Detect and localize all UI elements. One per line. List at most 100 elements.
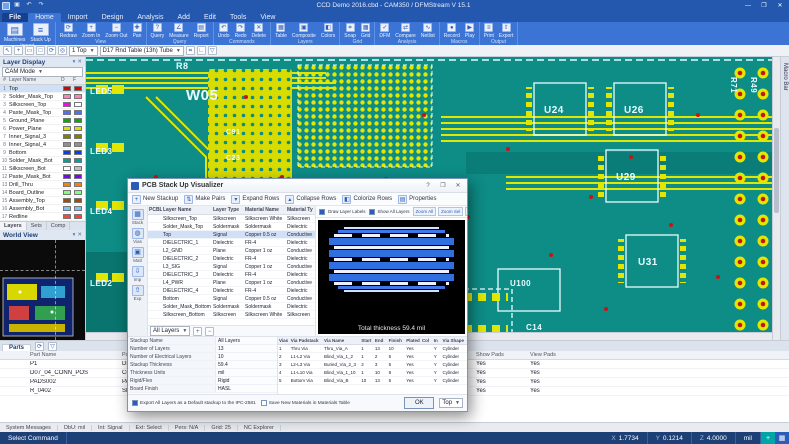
dcode-combo[interactable]: D17 Rnd Table (13h) Tube▼ bbox=[100, 46, 184, 56]
layer-color-draw[interactable] bbox=[63, 110, 71, 115]
remove-layer-icon[interactable]: − bbox=[205, 327, 214, 336]
save-icon[interactable]: ▣ bbox=[12, 1, 22, 10]
dialog-close-button[interactable]: ✕ bbox=[452, 182, 464, 189]
layer-color-draw[interactable] bbox=[63, 182, 71, 187]
redo-button[interactable]: ↷Redo bbox=[234, 23, 248, 39]
pin-icon[interactable]: ▾ bbox=[73, 232, 76, 238]
side-combo[interactable]: Top▼ bbox=[439, 398, 463, 408]
print-button[interactable]: ≡Print bbox=[483, 23, 495, 39]
grid-button[interactable]: ▦Grid bbox=[360, 23, 371, 39]
stackup-row[interactable]: DIELECTRIC_1DielectricFR-4Dielectric bbox=[148, 239, 315, 247]
add-layer-icon[interactable]: + bbox=[193, 327, 202, 336]
layer-row[interactable]: 1Top bbox=[0, 85, 85, 93]
layer-color-flash[interactable] bbox=[74, 134, 82, 139]
zoom-all-icon[interactable]: □ bbox=[36, 46, 45, 55]
layer-row[interactable]: 2Solder_Mask_Top bbox=[0, 93, 85, 101]
zoom-window-icon[interactable]: ▭ bbox=[25, 46, 34, 55]
report-button[interactable]: ▤Report bbox=[193, 23, 210, 39]
layer-color-flash[interactable] bbox=[74, 206, 82, 211]
layer-row[interactable]: 12Paste_Mask_Bot bbox=[0, 173, 85, 181]
via-row[interactable]: 3L2-L3 ViaBuried_Via_2_3235YesYCylinder bbox=[278, 361, 467, 369]
layer-color-flash[interactable] bbox=[74, 182, 82, 187]
ribbon-tab-view[interactable]: View bbox=[253, 13, 282, 22]
cursor-icon[interactable]: ↖ bbox=[3, 46, 12, 55]
layer-row[interactable]: 7Inner_Signal_3 bbox=[0, 133, 85, 141]
close-icon[interactable]: ✕ bbox=[77, 59, 82, 65]
macro-bar-tab[interactable]: Macro Bar bbox=[780, 57, 789, 340]
stackup-row[interactable]: Solder_Mask_BottomSoldermaskSoldermaskDi… bbox=[148, 303, 315, 311]
layer-row[interactable]: 13Drill_Thru bbox=[0, 181, 85, 189]
via-table-button[interactable]: ◍Vias bbox=[132, 228, 144, 244]
delete-button[interactable]: ✕Delete bbox=[251, 23, 267, 39]
layer-row[interactable]: 6Power_Plane bbox=[0, 125, 85, 133]
stackup-row[interactable]: L2_GNDPlaneCopper 1 ozConductive bbox=[148, 247, 315, 255]
stackup-table-button[interactable]: ▦Stack bbox=[132, 209, 144, 225]
ribbon-tab-import[interactable]: Import bbox=[61, 13, 95, 22]
layer-color-draw[interactable] bbox=[63, 150, 71, 155]
layer-color-flash[interactable] bbox=[74, 126, 82, 131]
layer-row[interactable]: 5Ground_Plane bbox=[0, 117, 85, 125]
layer-color-flash[interactable] bbox=[74, 198, 82, 203]
layer-row[interactable]: 10Solder_Mask_Bot bbox=[0, 157, 85, 165]
minimize-button[interactable]: — bbox=[741, 3, 755, 9]
stackup-row[interactable]: DIELECTRIC_4DielectricFR-4Dielectric bbox=[148, 287, 315, 295]
layer-color-flash[interactable] bbox=[74, 86, 82, 91]
pin-icon[interactable]: ▾ bbox=[73, 59, 76, 65]
active-layer-combo[interactable]: 1 Top▼ bbox=[69, 46, 98, 56]
filter-icon[interactable]: ▽ bbox=[48, 342, 57, 351]
tab-parts[interactable]: Parts bbox=[2, 344, 31, 351]
materials-button[interactable]: ▣Matl bbox=[132, 247, 144, 263]
vertical-scrollbar[interactable] bbox=[772, 57, 780, 340]
redraw-button[interactable]: ⟳Redraw bbox=[59, 23, 78, 39]
layer-color-flash[interactable] bbox=[74, 166, 82, 171]
ribbon-tab-edit[interactable]: Edit bbox=[197, 13, 223, 22]
layer-color-draw[interactable] bbox=[63, 118, 71, 123]
show-all-checkbox[interactable] bbox=[369, 209, 375, 215]
stackup-row[interactable]: Solder_Mask_TopSoldermaskSoldermaskDiele… bbox=[148, 223, 315, 231]
stackup-button[interactable]: ≡Stack Up bbox=[29, 23, 51, 43]
layer-color-draw[interactable] bbox=[63, 174, 71, 179]
dialog-help-button[interactable]: ? bbox=[422, 183, 434, 189]
snap-icon[interactable]: ⌗ bbox=[186, 46, 195, 55]
composites-button[interactable]: ▣Composite bbox=[291, 23, 317, 39]
stackup-row[interactable]: DIELECTRIC_2DielectricFR-4Dielectric bbox=[148, 255, 315, 263]
layer-row[interactable]: 9Bottom bbox=[0, 149, 85, 157]
dfm-button[interactable]: ✓DFM bbox=[378, 23, 391, 39]
layer-color-draw[interactable] bbox=[63, 134, 71, 139]
collapse-rows-button[interactable]: ▴Collapse Rows bbox=[285, 195, 336, 204]
layer-row[interactable]: 14Board_Outline bbox=[0, 189, 85, 197]
tab-sets[interactable]: Sets bbox=[27, 222, 47, 230]
close-button[interactable]: ✕ bbox=[773, 2, 787, 9]
filter-icon[interactable]: ▽ bbox=[208, 46, 217, 55]
close-icon[interactable]: ✕ bbox=[77, 232, 82, 238]
layer-row[interactable]: 3Silkscreen_Top bbox=[0, 101, 85, 109]
colors-button[interactable]: ◧Colors bbox=[320, 23, 336, 39]
layer-color-flash[interactable] bbox=[74, 142, 82, 147]
ok-button[interactable]: OK bbox=[404, 397, 434, 409]
layer-color-flash[interactable] bbox=[74, 214, 82, 219]
layer-row[interactable]: 17Redline bbox=[0, 213, 85, 221]
refresh-icon[interactable]: ⟳ bbox=[35, 342, 44, 351]
layer-color-draw[interactable] bbox=[63, 94, 71, 99]
layer-color-draw[interactable] bbox=[63, 126, 71, 131]
layer-color-draw[interactable] bbox=[63, 198, 71, 203]
layer-color-draw[interactable] bbox=[63, 206, 71, 211]
compare-button[interactable]: ⇄Compare bbox=[394, 23, 417, 39]
play-button[interactable]: ▶Play bbox=[464, 23, 476, 39]
stackup-row[interactable]: Silkscreen_BottomSilkscreenSilkscreen Wh… bbox=[148, 311, 315, 319]
snap-toggle[interactable]: + bbox=[761, 432, 775, 444]
viz-button-zoom-all[interactable]: Zoom All bbox=[413, 207, 437, 216]
query-button[interactable]: ?Query bbox=[150, 23, 166, 39]
stackup-row[interactable]: L4_PWRPlaneCopper 1 ozConductive bbox=[148, 279, 315, 287]
redraw-icon[interactable]: ⟳ bbox=[47, 46, 56, 55]
layer-color-flash[interactable] bbox=[74, 174, 82, 179]
maximize-button[interactable]: ❐ bbox=[757, 2, 771, 9]
ribbon-tab-tools[interactable]: Tools bbox=[223, 13, 253, 22]
stackup-select-combo[interactable]: All Layers▼ bbox=[150, 326, 190, 336]
layer-row[interactable]: 16Assembly_Bot bbox=[0, 205, 85, 213]
world-view-canvas[interactable] bbox=[0, 240, 85, 340]
stackup-cross-section[interactable]: Total thickness 59.4 mil bbox=[318, 220, 465, 334]
ribbon-tab-analysis[interactable]: Analysis bbox=[130, 13, 170, 22]
machines-button[interactable]: ▤Machines bbox=[3, 23, 26, 43]
layer-color-draw[interactable] bbox=[63, 166, 71, 171]
